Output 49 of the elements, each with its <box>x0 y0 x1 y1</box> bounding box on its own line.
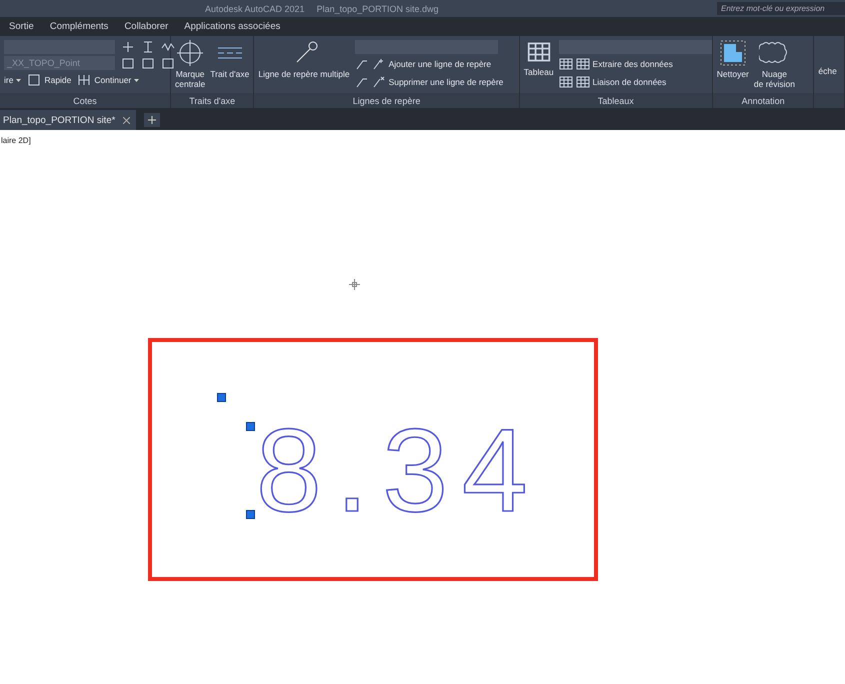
caret-icon <box>134 78 140 82</box>
caret-icon <box>16 78 22 82</box>
centerline-button[interactable]: Trait d'axe <box>210 40 250 79</box>
linear-dimension-button[interactable]: ire <box>4 72 22 88</box>
revision-cloud-button[interactable]: Nuage de révision <box>754 40 795 89</box>
continue-button[interactable]: Continuer <box>77 72 140 88</box>
table-icon <box>526 40 551 64</box>
table-icon <box>558 57 573 71</box>
new-tab-button[interactable] <box>144 113 160 127</box>
add-leader-icon <box>372 57 386 71</box>
wipeout-button[interactable]: Nettoyer <box>716 40 749 79</box>
wipeout-icon <box>720 40 746 66</box>
menu-tab[interactable]: Collaborer <box>124 21 168 32</box>
crosshair-icon <box>349 279 360 290</box>
search-field[interactable]: Entrez mot-clé ou expression <box>717 2 845 15</box>
scale-button[interactable]: éche <box>818 66 837 76</box>
menu-tab[interactable]: Compléments <box>50 21 108 32</box>
center-mark-button[interactable]: Marque centrale <box>175 40 206 89</box>
panel-title-bar: Cotes <box>0 93 170 108</box>
drawing-text: 8.34 <box>256 412 542 530</box>
viewport-label: laire 2D] <box>0 135 31 145</box>
cloud-icon <box>759 40 790 66</box>
menu-tab[interactable]: Applications associées <box>184 21 280 32</box>
file-title: Plan_topo_PORTION site.dwg <box>316 4 438 14</box>
center-mark-icon <box>177 40 204 66</box>
plus-icon <box>148 116 156 124</box>
menu-tab[interactable]: Sortie <box>9 21 34 32</box>
grip-handle[interactable] <box>246 510 255 519</box>
continue-icon <box>77 73 92 87</box>
table-icon <box>576 75 590 89</box>
app-title: Autodesk AutoCAD 2021 <box>205 4 305 14</box>
multileader-button[interactable]: Ligne de repère multiple <box>258 40 350 79</box>
table-icon <box>558 75 573 89</box>
panel-title-bar: Tableaux <box>520 93 712 108</box>
panel-title-bar: Traits d'axe <box>171 93 254 108</box>
panel-title-bar: Lignes de repère <box>254 93 519 108</box>
table-icon <box>576 57 590 71</box>
grip-handle[interactable] <box>246 422 255 431</box>
add-leader-button[interactable]: Ajouter une ligne de repère <box>354 56 504 72</box>
panel-title-bar: Annotation <box>712 93 814 108</box>
data-link-button[interactable]: Liaison de données <box>558 74 712 90</box>
quick-dimension-button[interactable]: Rapide <box>27 72 72 88</box>
document-tab[interactable]: Plan_topo_PORTION site* <box>0 110 136 130</box>
table-button[interactable]: Tableau <box>524 40 554 77</box>
close-icon[interactable] <box>123 116 130 124</box>
extract-data-button[interactable]: Extraire des données <box>558 56 712 72</box>
remove-leader-icon <box>372 75 386 89</box>
remove-leader-button[interactable]: Supprimer une ligne de repère <box>354 74 504 90</box>
grip-handle[interactable] <box>217 393 226 402</box>
